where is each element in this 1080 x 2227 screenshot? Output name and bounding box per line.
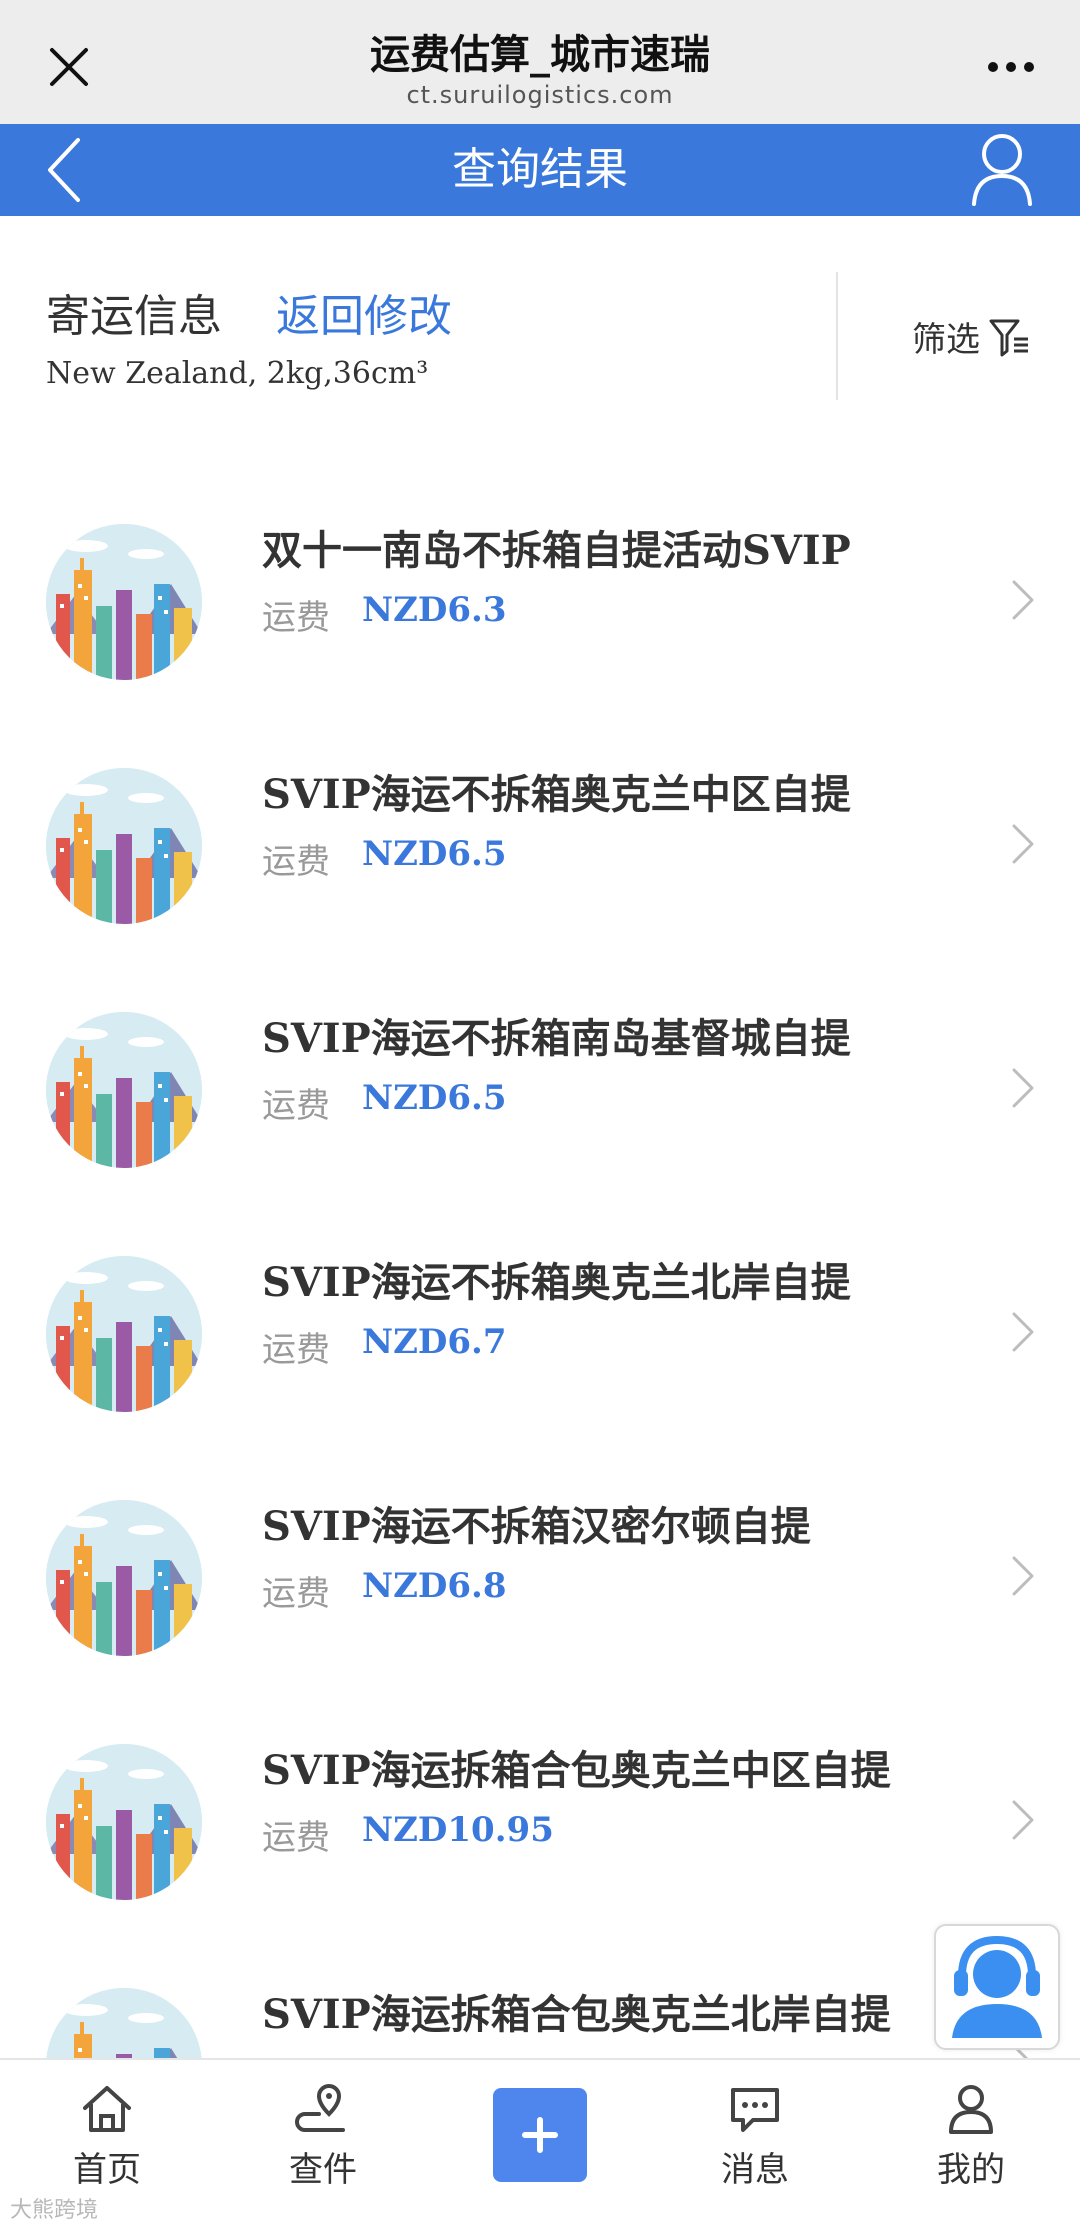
fee-label: 运费 <box>262 598 330 638</box>
plus-icon <box>522 2117 558 2153</box>
fee-value: NZD6.3 <box>362 590 507 630</box>
customer-service-button[interactable] <box>934 1924 1060 2050</box>
bottom-tab-bar: 首页 查件 消息 我的 <box>0 2058 1080 2227</box>
home-icon <box>83 2086 131 2132</box>
fee-label: 运费 <box>262 1086 330 1126</box>
tab-mine[interactable]: 我的 <box>896 2082 1046 2191</box>
list-item[interactable]: SVIP海运不拆箱奥克兰北岸自提 运费 NZD6.7 <box>0 1202 1080 1446</box>
tab-messages[interactable]: 消息 <box>680 2082 830 2191</box>
browser-top-bar: 运费估算_城市速瑞 ct.suruilogistics.com <box>0 0 1080 124</box>
city-thumbnail <box>46 1012 202 1168</box>
service-name: SVIP海运不拆箱奥克兰中区自提 <box>262 771 851 818</box>
fee-value: NZD6.5 <box>362 1078 507 1118</box>
filter-button[interactable]: 筛选 <box>912 312 1032 361</box>
close-icon[interactable] <box>44 42 94 92</box>
fee-value: NZD10.95 <box>362 1810 554 1850</box>
shipping-detail: New Zealand, 2kg,36cm³ <box>46 356 429 391</box>
filter-icon <box>989 319 1028 356</box>
page-title: 运费估算_城市速瑞 <box>370 32 710 78</box>
service-name: SVIP海运拆箱合包奥克兰中区自提 <box>262 1747 891 1794</box>
service-name: 双十一南岛不拆箱自提活动SVIP <box>262 527 851 574</box>
list-item[interactable]: SVIP海运不拆箱汉密尔顿自提 运费 NZD6.8 <box>0 1446 1080 1690</box>
list-item[interactable]: SVIP海运拆箱合包奥克兰中区自提 运费 NZD10.95 <box>0 1690 1080 1934</box>
list-item[interactable]: SVIP海运不拆箱奥克兰中区自提 运费 NZD6.5 <box>0 714 1080 958</box>
city-thumbnail <box>46 1500 202 1656</box>
fee-value: NZD6.8 <box>362 1566 507 1606</box>
page-title-block: 运费估算_城市速瑞 ct.suruilogistics.com <box>200 30 880 110</box>
shipping-info-label: 寄运信息 <box>46 291 222 342</box>
fee-label: 运费 <box>262 1818 330 1858</box>
tab-messages-label: 消息 <box>721 2150 789 2190</box>
page-url: ct.suruilogistics.com <box>406 81 674 109</box>
more-icon[interactable] <box>986 60 1036 74</box>
service-name: SVIP海运不拆箱汉密尔顿自提 <box>262 1503 811 1550</box>
header-title: 查询结果 <box>452 144 628 195</box>
city-thumbnail <box>46 768 202 924</box>
shipping-info: 寄运信息 返回修改 New Zealand, 2kg,36cm³ 筛选 <box>0 216 1080 436</box>
person-icon <box>949 2085 993 2134</box>
list-item[interactable]: 双十一南岛不拆箱自提活动SVIP 运费 NZD6.3 <box>0 470 1080 714</box>
chevron-right-icon <box>1012 824 1034 864</box>
fee-label: 运费 <box>262 1574 330 1614</box>
tab-track-label: 查件 <box>289 2150 357 2190</box>
message-icon <box>731 2088 779 2132</box>
chevron-right-icon <box>1012 1800 1034 1840</box>
city-thumbnail <box>46 1744 202 1900</box>
headset-icon <box>952 1935 1042 2038</box>
fee-label: 运费 <box>262 842 330 882</box>
tab-home[interactable]: 首页 <box>32 2082 182 2191</box>
tab-track[interactable]: 查件 <box>248 2082 398 2191</box>
tab-home-label: 首页 <box>73 2150 141 2190</box>
app-header: 查询结果 <box>0 124 1080 216</box>
chevron-right-icon <box>1012 1312 1034 1352</box>
add-button[interactable] <box>493 2088 587 2182</box>
service-name: SVIP海运拆箱合包奥克兰北岸自提 <box>262 1991 891 2038</box>
fee-value: NZD6.5 <box>362 834 507 874</box>
watermark: 大熊跨境 <box>10 2198 99 2223</box>
service-name: SVIP海运不拆箱奥克兰北岸自提 <box>262 1259 851 1306</box>
user-icon[interactable] <box>970 130 1034 208</box>
chevron-right-icon <box>1012 1068 1034 1108</box>
tab-mine-label: 我的 <box>937 2150 1005 2190</box>
edit-link[interactable]: 返回修改 <box>276 280 452 344</box>
chevron-right-icon <box>1012 1556 1034 1596</box>
chevron-right-icon <box>1012 580 1034 620</box>
city-thumbnail <box>46 524 202 680</box>
result-list: 双十一南岛不拆箱自提活动SVIP 运费 NZD6.3 SVIP海运不拆箱奥克兰中… <box>0 470 1080 2178</box>
city-thumbnail <box>46 1256 202 1412</box>
list-item[interactable]: SVIP海运不拆箱南岛基督城自提 运费 NZD6.5 <box>0 958 1080 1202</box>
fee-value: NZD6.7 <box>362 1322 507 1362</box>
divider <box>836 272 838 400</box>
service-name: SVIP海运不拆箱南岛基督城自提 <box>262 1015 851 1062</box>
fee-label: 运费 <box>262 1330 330 1370</box>
filter-label: 筛选 <box>912 320 980 360</box>
location-icon <box>295 2083 345 2132</box>
